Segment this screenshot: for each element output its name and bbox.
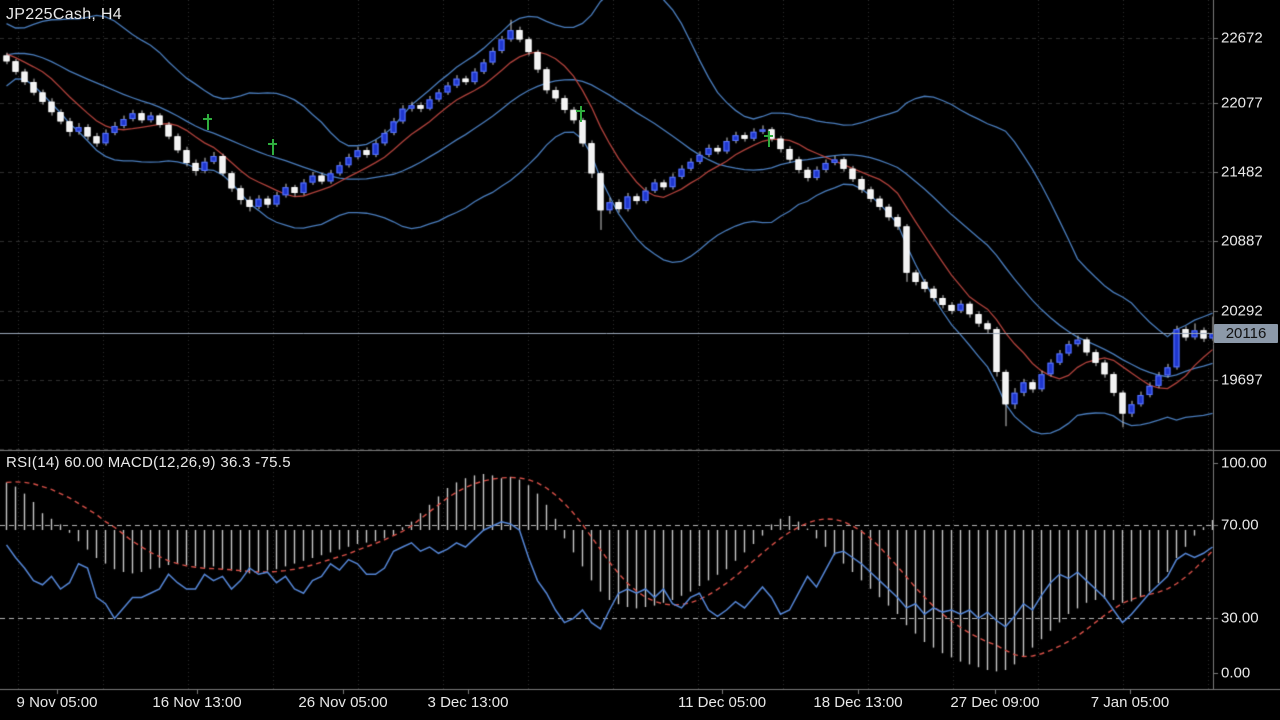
price-axis-label: 22672: [1221, 30, 1263, 47]
time-axis-label: 26 Nov 05:00: [298, 694, 387, 711]
current-price-tag: 20116: [1214, 324, 1278, 343]
chart-title: JP225Cash, H4: [6, 6, 122, 24]
trade-marker-icon: [576, 106, 585, 122]
indicator-axis-label: 0.00: [1221, 665, 1250, 682]
price-axis-label: 22077: [1221, 95, 1263, 112]
time-axis-label: 7 Jan 05:00: [1091, 694, 1169, 711]
trade-marker-icon: [268, 139, 277, 155]
time-axis-label: 16 Nov 13:00: [152, 694, 241, 711]
trade-marker-icon: [764, 131, 773, 147]
time-axis-label: 27 Dec 09:00: [950, 694, 1039, 711]
indicator-axis-label: 100.00: [1221, 455, 1267, 472]
price-axis-label: 20887: [1221, 233, 1263, 250]
time-axis-label: 9 Nov 05:00: [17, 694, 98, 711]
price-chart-canvas[interactable]: [0, 0, 1280, 720]
indicator-axis-label: 30.00: [1221, 610, 1259, 627]
time-axis-label: 3 Dec 13:00: [428, 694, 509, 711]
price-axis-label: 19697: [1221, 372, 1263, 389]
trade-marker-icon: [203, 114, 212, 130]
price-axis-label: 21482: [1221, 164, 1263, 181]
chart-window: JP225Cash, H4 RSI(14) 60.00 MACD(12,26,9…: [0, 0, 1280, 720]
indicator-window-label: RSI(14) 60.00 MACD(12,26,9) 36.3 -75.5: [6, 454, 291, 471]
time-axis-label: 11 Dec 05:00: [678, 694, 766, 711]
indicator-axis-label: 70.00: [1221, 517, 1259, 534]
price-axis-label: 20292: [1221, 303, 1263, 320]
time-axis-label: 18 Dec 13:00: [813, 694, 902, 711]
